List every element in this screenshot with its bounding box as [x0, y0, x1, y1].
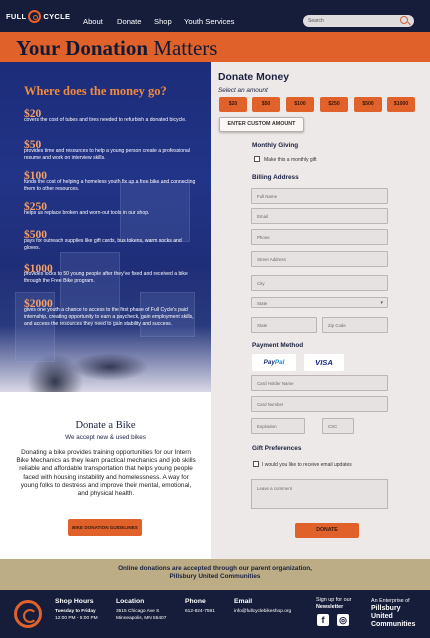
- phone-heading: Phone: [185, 598, 206, 605]
- phone-field[interactable]: Phone: [251, 229, 388, 245]
- amount-button-250[interactable]: $250: [320, 97, 348, 112]
- bike-donation-guidelines-button[interactable]: BIKE DONATION GUIDELINES: [68, 519, 142, 536]
- amount-description: covers the cost of tubes and tires neede…: [24, 117, 187, 123]
- state-select[interactable]: State ▾: [251, 297, 388, 308]
- select-amount-label: Select an amount: [218, 87, 268, 94]
- location-info: 3515 Chicago Ave S Minneapolis, MN 55407: [116, 609, 166, 622]
- paypal-text-pay: Pay: [263, 359, 275, 366]
- amount-description: funds the cost of helping a homeless you…: [24, 179, 196, 192]
- logo-ring-icon: [28, 9, 42, 23]
- page-title: Your Donation Matters: [16, 37, 217, 59]
- logo-text-full: FULL: [6, 11, 27, 21]
- location-heading: Location: [116, 598, 145, 605]
- email-address[interactable]: info@fullcyclebikeshop.org: [234, 609, 291, 616]
- card-holder-name-field[interactable]: Card Holder Name: [251, 375, 388, 391]
- monthly-giving-heading: Monthly Giving: [252, 142, 299, 149]
- shop-hours-info: Tuesday to Friday 12:00 PM - 5:00 PM: [55, 609, 98, 622]
- page-title-normal: Matters: [153, 36, 218, 60]
- custom-amount-button[interactable]: ENTER CUSTOM AMOUNT: [219, 117, 304, 132]
- nav-about[interactable]: About: [83, 17, 103, 26]
- email-updates-checkbox[interactable]: [253, 461, 259, 467]
- partner-banner: Online donations are accepted through ou…: [0, 559, 430, 590]
- paypal-option[interactable]: PayPal: [252, 354, 296, 371]
- amount-button-50[interactable]: $50: [252, 97, 280, 112]
- location-line-1: 3515 Chicago Ave S: [116, 609, 160, 614]
- paypal-text-pal: Pal: [274, 359, 285, 366]
- amount-description: provides locks to 50 young people after …: [24, 271, 188, 284]
- facebook-icon[interactable]: f: [317, 614, 329, 626]
- amount-button-20[interactable]: $20: [219, 97, 247, 112]
- full-cycle-logo[interactable]: FULL CYCLE: [6, 7, 70, 25]
- amount-button-500[interactable]: $500: [354, 97, 382, 112]
- gift-preferences-heading: Gift Preferences: [252, 445, 302, 452]
- expiration-field[interactable]: Expiration: [251, 418, 305, 434]
- email-heading: Email: [234, 598, 253, 605]
- signup-line-1: Sign up for our: [316, 597, 352, 603]
- monthly-gift-label: Make this a monthly gift: [264, 157, 317, 163]
- search-placeholder: Search: [308, 18, 324, 24]
- comment-textarea[interactable]: Leave a comment: [251, 479, 388, 509]
- donate-bike-subtitle: We accept new & used bikes: [65, 434, 146, 441]
- enterprise-line-3: United: [371, 613, 393, 620]
- enterprise-credit: An Enterprise of Pillsbury United Commun…: [371, 597, 415, 629]
- full-name-field[interactable]: Full Name: [251, 188, 388, 204]
- city-field[interactable]: City: [251, 275, 388, 291]
- email-field[interactable]: Email: [251, 208, 388, 224]
- search-icon[interactable]: [400, 16, 408, 24]
- shop-hours-days: Tuesday to Friday: [55, 609, 96, 614]
- csc-field[interactable]: CSC: [322, 418, 354, 434]
- newsletter-signup[interactable]: Sign up for our Newsletter: [316, 597, 351, 611]
- amount-description: helps us replace broken and worn-out too…: [24, 210, 150, 216]
- payment-method-heading: Payment Method: [252, 342, 304, 349]
- visa-option[interactable]: VISA: [304, 354, 344, 371]
- donate-bike-title: Donate a Bike: [75, 420, 136, 431]
- signup-line-2: Newsletter: [316, 604, 344, 610]
- nav-donate[interactable]: Donate: [117, 17, 142, 26]
- instagram-icon[interactable]: ◎: [337, 614, 349, 626]
- phone-number[interactable]: 612-824-7591: [185, 609, 215, 616]
- card-number-field[interactable]: Card Number: [251, 396, 388, 412]
- enterprise-line-2: Pillsbury: [371, 605, 401, 612]
- page-title-bold: Your Donation: [16, 36, 149, 60]
- enterprise-line-4: Communities: [371, 621, 416, 628]
- state-field[interactable]: State: [251, 317, 317, 333]
- amount-button-1000[interactable]: $1000: [387, 97, 415, 112]
- street-address-field[interactable]: Street Address: [251, 251, 388, 267]
- shop-hours-time: 12:00 PM - 5:00 PM: [55, 615, 98, 621]
- search-input[interactable]: Search: [303, 15, 414, 27]
- shop-hours-heading: Shop Hours: [55, 598, 94, 605]
- donate-money-title: Donate Money: [218, 72, 290, 83]
- nav-shop[interactable]: Shop: [154, 17, 172, 26]
- zip-code-field[interactable]: Zip Code: [322, 317, 388, 333]
- location-line-2: Minneapolis, MN 55407: [116, 615, 167, 621]
- nav-youth-services[interactable]: Youth Services: [184, 17, 234, 26]
- billing-address-heading: Billing Address: [252, 174, 299, 181]
- enterprise-line-1: An Enterprise of: [371, 598, 410, 604]
- email-updates-label: I would you like to receive email update…: [262, 462, 352, 468]
- monthly-gift-checkbox[interactable]: [254, 156, 260, 162]
- amount-description: gives one youth a chance to access to th…: [24, 307, 194, 327]
- donate-button[interactable]: DONATE: [295, 523, 359, 538]
- state-select-label: State: [257, 301, 268, 306]
- full-cycle-footer-logo-icon[interactable]: [14, 600, 42, 628]
- money-heading: Where does the money go?: [24, 84, 167, 98]
- amount-description: pays for outreach supplies like gift car…: [24, 238, 182, 251]
- logo-text-cycle: CYCLE: [43, 11, 71, 21]
- partner-line-1: Online donations are accepted through ou…: [118, 565, 312, 572]
- partner-line-2: Pillsbury United Communities: [169, 573, 261, 580]
- donate-bike-body: Donating a bike provides training opport…: [16, 449, 196, 498]
- amount-button-100[interactable]: $100: [286, 97, 314, 112]
- chevron-down-icon: ▾: [380, 300, 383, 306]
- amount-description: provides time and resources to help a yo…: [24, 148, 190, 161]
